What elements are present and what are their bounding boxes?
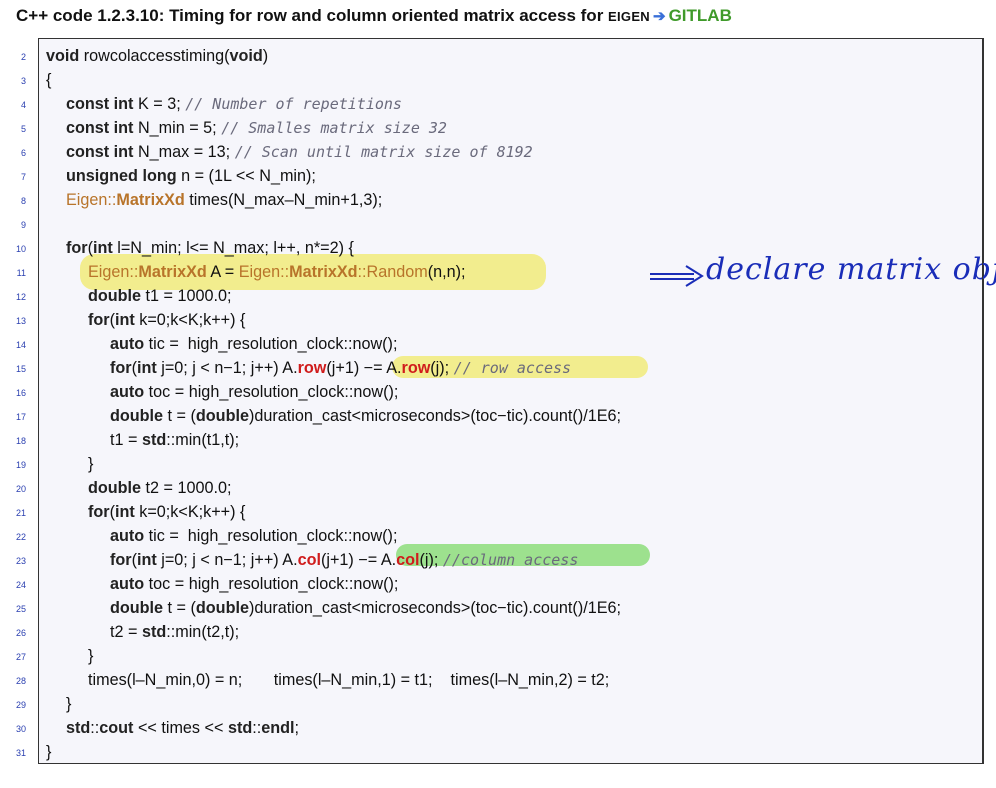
code-line: auto tic = high_resolution_clock::now(); <box>110 527 398 545</box>
code-line: auto toc = high_resolution_clock::now(); <box>110 383 399 401</box>
code-line: Eigen::MatrixXd times(N_max–N_min+1,3); <box>66 191 383 209</box>
code-line: } <box>88 455 94 473</box>
code-line: } <box>66 695 72 713</box>
code-body: void rowcolaccesstiming(void) { const in… <box>0 0 996 788</box>
code-line: double t1 = 1000.0; <box>88 287 232 305</box>
code-line: const int N_max = 13; // Scan until matr… <box>66 143 533 161</box>
code-line: { <box>46 71 52 89</box>
code-line: std::cout << times << std::endl; <box>66 719 299 737</box>
code-line: } <box>46 743 52 761</box>
code-line: for(int k=0;k<K;k++) { <box>88 503 246 521</box>
code-line: double t2 = 1000.0; <box>88 479 232 497</box>
code-line: void rowcolaccesstiming(void) <box>46 47 269 65</box>
code-line: double t = (double)duration_cast<microse… <box>110 407 622 425</box>
code-line: for(int k=0;k<K;k++) { <box>88 311 246 329</box>
code-line: for(int l=N_min; l<= N_max; l++, n*=2) { <box>66 239 354 257</box>
code-line: } <box>88 647 94 665</box>
code-line: Eigen::MatrixXd A = Eigen::MatrixXd::Ran… <box>88 263 466 281</box>
code-line: times(l–N_min,0) = n; times(l–N_min,1) =… <box>88 671 610 689</box>
code-line: auto toc = high_resolution_clock::now(); <box>110 575 399 593</box>
code-line: t1 = std::min(t1,t); <box>110 431 240 449</box>
code-line: for(int j=0; j < n−1; j++) A.col(j+1) −=… <box>110 551 579 569</box>
code-line: auto tic = high_resolution_clock::now(); <box>110 335 398 353</box>
code-line: double t = (double)duration_cast<microse… <box>110 599 622 617</box>
code-line: const int N_min = 5; // Smalles matrix s… <box>66 119 447 137</box>
code-line: for(int j=0; j < n−1; j++) A.row(j+1) −=… <box>110 359 572 377</box>
code-line: unsigned long n = (1L << N_min); <box>66 167 316 185</box>
code-line: const int K = 3; // Number of repetition… <box>66 95 402 113</box>
code-line: t2 = std::min(t2,t); <box>110 623 240 641</box>
